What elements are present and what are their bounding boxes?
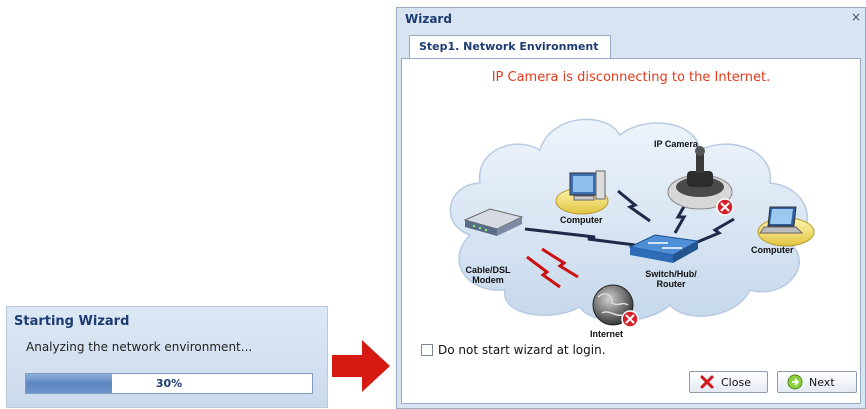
error-icon xyxy=(716,198,734,216)
next-arrow-icon xyxy=(787,374,803,390)
error-icon xyxy=(621,310,639,328)
close-x-icon xyxy=(700,375,714,389)
label-switch: Switch/Hub/ Router xyxy=(645,269,697,289)
wizard-title: Wizard xyxy=(405,12,452,26)
progress-text: 30% xyxy=(155,377,183,390)
label-computer-left: Computer xyxy=(560,215,603,225)
no-wizard-label: Do not start wizard at login. xyxy=(438,343,606,357)
label-modem: Cable/DSL Modem xyxy=(465,265,511,285)
starting-wizard-status: Analyzing the network environment... xyxy=(26,340,253,354)
starting-wizard-panel: Starting Wizard Analyzing the network en… xyxy=(6,306,328,408)
network-status-message: IP Camera is disconnecting to the Intern… xyxy=(491,70,771,85)
label-internet: Internet xyxy=(590,329,624,339)
no-wizard-row[interactable]: Do not start wizard at login. xyxy=(421,343,606,357)
close-icon[interactable]: × xyxy=(849,10,863,24)
starting-wizard-title: Starting Wizard xyxy=(14,314,130,329)
close-button[interactable]: Close xyxy=(689,371,768,393)
wizard-window: Wizard × Step1. Network Environment IP C… xyxy=(396,7,866,409)
label-ip-camera: IP Camera xyxy=(654,139,698,149)
next-button-label: Next xyxy=(809,375,835,389)
red-arrow-icon xyxy=(332,340,390,392)
close-button-label: Close xyxy=(721,375,751,389)
tab-network-environment[interactable]: Step1. Network Environment xyxy=(409,35,611,59)
progress-bar: 30% xyxy=(25,373,313,394)
wizard-body: IP Camera is disconnecting to the Intern… xyxy=(401,58,861,404)
network-diagram: IP Camera Computer Computer Switch/Hub/ … xyxy=(430,95,830,339)
next-button[interactable]: Next xyxy=(777,371,857,393)
no-wizard-checkbox[interactable] xyxy=(421,344,433,356)
label-computer-right: Computer xyxy=(751,245,794,255)
